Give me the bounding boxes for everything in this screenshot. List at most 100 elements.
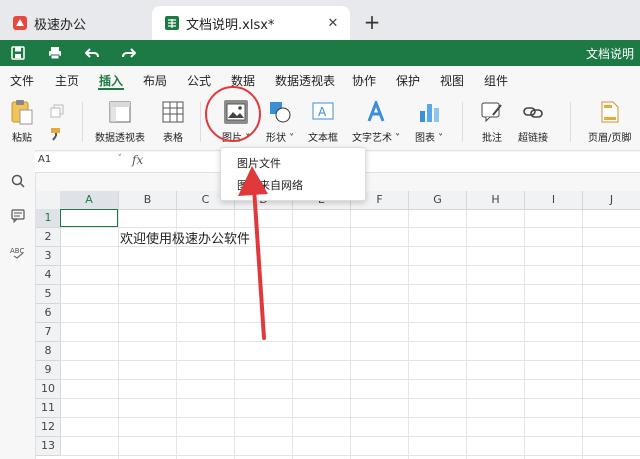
shape-icon	[268, 100, 292, 124]
row-header[interactable]: 11	[36, 399, 61, 418]
table-icon	[161, 100, 185, 124]
selected-cell[interactable]	[60, 209, 118, 227]
comment-panel-icon[interactable]	[9, 207, 27, 225]
row-header[interactable]: 4	[36, 266, 61, 285]
menu-file[interactable]: 文件	[10, 72, 34, 89]
menu-view[interactable]: 视图	[440, 72, 464, 89]
text-art-button[interactable]: 文字艺术 ˅	[352, 100, 400, 144]
header-footer-label: 页眉/页脚	[588, 133, 632, 144]
gridline	[234, 210, 235, 459]
text-art-icon	[364, 100, 388, 124]
chart-label: 图表 ˅	[415, 133, 444, 144]
menu-insert[interactable]: 插入	[99, 72, 123, 89]
select-all-corner[interactable]	[36, 191, 61, 210]
quick-access-toolbar: 文档说明	[0, 40, 640, 66]
gridline	[582, 210, 583, 459]
column-header[interactable]: B	[119, 191, 177, 210]
paste-button[interactable]: 粘贴	[10, 100, 34, 144]
cell-reference: A1	[38, 154, 52, 165]
menu-collaborate[interactable]: 协作	[352, 72, 376, 89]
menu-item-picture-file[interactable]: 图片文件	[237, 155, 281, 171]
chart-icon	[417, 100, 441, 124]
column-header[interactable]: A	[60, 191, 119, 210]
separator	[570, 102, 571, 142]
save-icon[interactable]	[10, 45, 26, 61]
separator	[462, 102, 463, 142]
column-header[interactable]: I	[525, 191, 583, 210]
close-icon[interactable]: ✕	[324, 16, 342, 31]
row-header[interactable]: 9	[36, 361, 61, 380]
tab-document[interactable]: 文档说明.xlsx* ✕	[152, 6, 350, 40]
gridline	[176, 210, 177, 459]
hyperlink-label: 超链接	[518, 133, 548, 144]
hyperlink-button[interactable]: 超链接	[518, 100, 548, 144]
format-painter-icon[interactable]	[50, 127, 64, 144]
pivot-table-label: 数据透视表	[95, 133, 145, 144]
spreadsheet-grid[interactable]: A B C D E F G H I J 1 2 3 4 5 6 7 8 9 10…	[36, 191, 640, 459]
column-header[interactable]: J	[583, 191, 640, 210]
search-icon[interactable]	[9, 172, 27, 190]
shape-label: 形状 ˅	[266, 133, 295, 144]
menu-bar: 文件 主页 插入 布局 公式 数据 数据透视表 协作 保护 视图 组件	[0, 66, 640, 92]
app-logo-icon	[12, 15, 28, 31]
menu-protect[interactable]: 保护	[396, 72, 420, 89]
row-header[interactable]: 8	[36, 342, 61, 361]
header-footer-button[interactable]: 页眉/页脚	[588, 100, 631, 144]
row-header[interactable]: 1	[36, 209, 61, 228]
tab-home[interactable]: 极速办公	[0, 6, 150, 40]
row-header[interactable]: 13	[36, 437, 61, 456]
gridline	[524, 210, 525, 459]
gridline	[408, 210, 409, 459]
spreadsheet-icon	[164, 15, 180, 31]
pivot-table-button[interactable]: 数据透视表	[95, 100, 145, 144]
menu-pivot-table[interactable]: 数据透视表	[275, 72, 335, 89]
cell-reference-box[interactable]: A1 ˅	[38, 154, 128, 170]
gridline	[118, 210, 119, 459]
column-header[interactable]: H	[467, 191, 525, 210]
pivot-table-icon	[108, 100, 132, 124]
undo-icon[interactable]	[84, 45, 100, 61]
spellcheck-icon[interactable]: ABC	[9, 243, 27, 261]
text-art-label: 文字艺术 ˅	[352, 133, 401, 144]
copy-icon[interactable]	[50, 104, 64, 121]
menu-item-picture-from-web[interactable]: 图片来自网络	[237, 177, 303, 193]
clipboard-icon	[10, 100, 34, 125]
browser-tab-bar: 极速办公 文档说明.xlsx* ✕ +	[0, 0, 640, 40]
separator	[200, 102, 201, 142]
chart-button[interactable]: 图表 ˅	[415, 100, 443, 144]
comment-button[interactable]: 批注	[480, 100, 504, 144]
gridline	[292, 210, 293, 459]
new-tab-button[interactable]: +	[360, 10, 384, 34]
tab-title: 文档说明.xlsx*	[186, 17, 275, 33]
tab-title: 极速办公	[34, 17, 87, 33]
column-header[interactable]: G	[409, 191, 467, 210]
active-menu-indicator	[98, 88, 124, 90]
table-button[interactable]: 表格	[161, 100, 185, 144]
header-footer-icon	[598, 100, 622, 124]
table-label: 表格	[163, 133, 183, 144]
menu-home[interactable]: 主页	[55, 72, 79, 89]
row-header[interactable]: 10	[36, 380, 61, 399]
row-header[interactable]: 12	[36, 418, 61, 437]
row-header[interactable]: 5	[36, 285, 61, 304]
menu-layout[interactable]: 布局	[143, 72, 167, 89]
row-header[interactable]: 3	[36, 247, 61, 266]
print-icon[interactable]	[47, 45, 63, 61]
menu-components[interactable]: 组件	[484, 72, 508, 89]
cell-b2[interactable]: 欢迎使用极速办公软件	[120, 228, 250, 247]
shape-button[interactable]: 形状 ˅	[266, 100, 294, 144]
picture-dropdown-menu: 图片文件 图片来自网络	[220, 147, 366, 201]
redo-icon[interactable]	[121, 45, 137, 61]
textbox-button[interactable]: A 文本框	[308, 100, 338, 144]
row-header[interactable]: 6	[36, 304, 61, 323]
gridline	[350, 210, 351, 459]
paste-label: 粘贴	[12, 133, 32, 144]
fx-icon[interactable]: fx	[132, 153, 143, 167]
document-title: 文档说明	[585, 47, 634, 61]
row-header[interactable]: 7	[36, 323, 61, 342]
row-header[interactable]: 2	[36, 228, 61, 247]
gridline	[466, 210, 467, 459]
comment-icon	[480, 100, 504, 124]
highlight-circle	[205, 86, 261, 142]
menu-formula[interactable]: 公式	[187, 72, 211, 89]
